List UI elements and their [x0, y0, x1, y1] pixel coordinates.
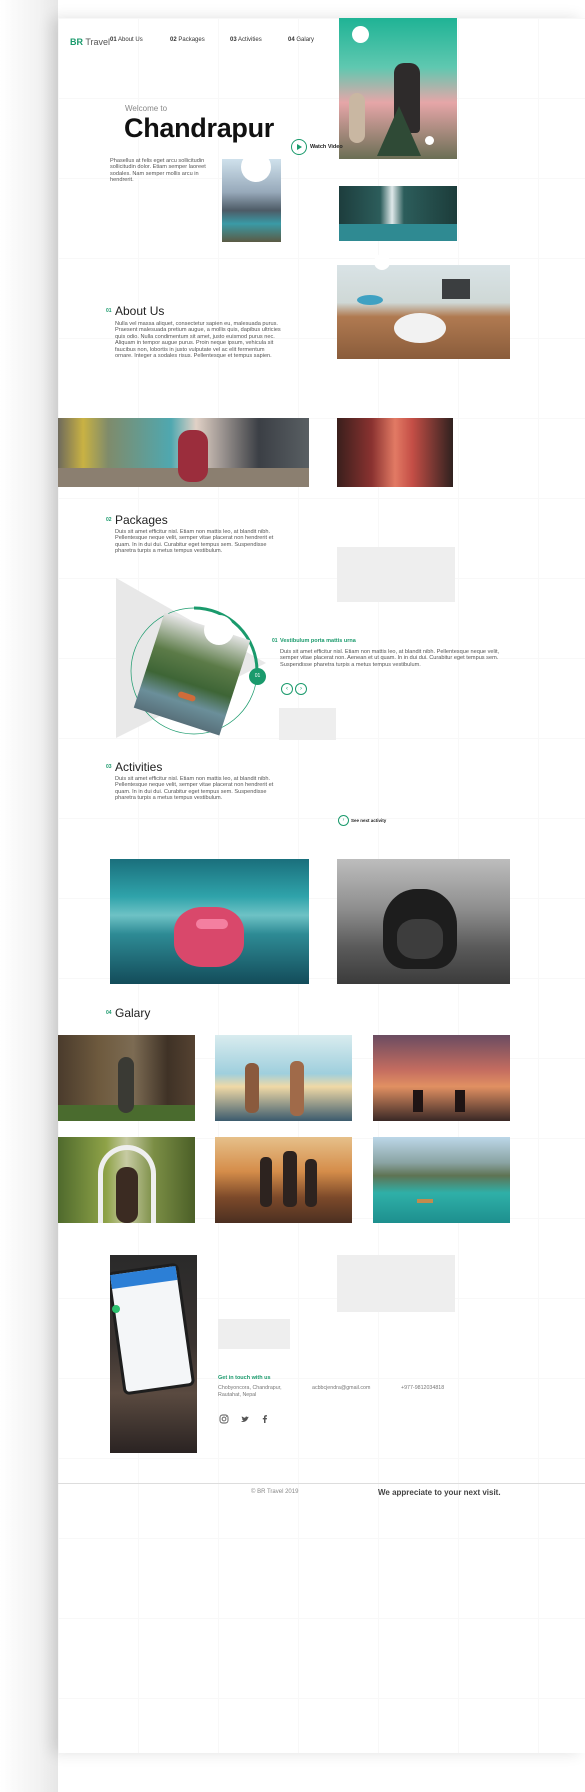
see-next-arrow-icon[interactable]: ›: [338, 815, 349, 826]
prev-arrow-button[interactable]: ‹: [281, 683, 293, 695]
watch-video-label[interactable]: Watch Video: [310, 144, 343, 150]
gallery-title: Galary: [115, 1006, 151, 1020]
decor-dot: [112, 1305, 120, 1313]
twitter-icon[interactable]: [240, 1414, 250, 1424]
placeholder-box: [337, 547, 455, 602]
logo[interactable]: BR Travel: [70, 37, 110, 47]
contact-phone[interactable]: +977-9812034818: [401, 1385, 444, 1392]
contact-title: Get in touch with us: [218, 1375, 271, 1381]
footer-tagline: We appreciate to your next visit.: [378, 1488, 501, 1497]
activities-title: Activities: [115, 760, 163, 774]
photo-hand: [290, 1061, 304, 1116]
logo-text: Travel: [85, 37, 111, 47]
photo-figure: [260, 1157, 272, 1207]
temple-photo: [58, 418, 309, 487]
waterfall-photo: [339, 186, 457, 241]
section-number: 01: [106, 308, 112, 314]
nav-about[interactable]: 01 About Us: [110, 37, 143, 43]
photo-figure: [349, 93, 365, 143]
next-arrow-button[interactable]: ›: [295, 683, 307, 695]
photo-figure: [305, 1159, 317, 1207]
hero-welcome: Welcome to: [125, 104, 168, 113]
photo-boat: [417, 1199, 433, 1203]
photo-bowl: [357, 295, 383, 305]
photo-figure: [283, 1151, 297, 1207]
nav-num: 03: [230, 37, 237, 43]
photo-bowl: [394, 313, 446, 343]
gallery-photo-arch[interactable]: [58, 1137, 195, 1223]
underwater-photo: [110, 859, 309, 984]
nav-label: Activities: [238, 37, 262, 43]
see-next-activity-link[interactable]: See next activity: [351, 818, 386, 823]
nav-label: Packages: [178, 37, 205, 43]
section-number: 02: [106, 517, 112, 523]
logo-mark: BR: [70, 37, 83, 47]
photo-swimmer: [174, 907, 244, 967]
about-text: Nulla vel massa aliquet, consectetur sap…: [115, 321, 281, 360]
nav-activities[interactable]: 03 Activities: [230, 37, 262, 43]
gallery-photo-forest[interactable]: [58, 1035, 195, 1121]
gallery-photo-friends[interactable]: [215, 1137, 352, 1223]
photo-goggles: [196, 919, 228, 929]
photo-app-header: [110, 1265, 178, 1290]
photo-phone: [110, 1262, 196, 1396]
page-shadow: [0, 0, 58, 1792]
package-card-text: Duis sit amet efficitur nisl. Etiam non …: [280, 649, 500, 668]
instagram-icon[interactable]: [219, 1414, 229, 1424]
photo-figure: [118, 1057, 134, 1113]
decor-circle: [352, 26, 369, 43]
decor-circle: [241, 152, 271, 182]
nav-packages[interactable]: 02 Packages: [170, 37, 205, 43]
photo-figure: [178, 430, 208, 482]
photo-laptop: [442, 279, 470, 299]
nav-num: 02: [170, 37, 177, 43]
hero-city-title: Chandrapur: [124, 113, 275, 143]
gallery-photo-bikes[interactable]: [373, 1035, 510, 1121]
gallery-photo-hands[interactable]: [215, 1035, 352, 1121]
photo-boat: [177, 690, 197, 703]
workspace-photo: [337, 265, 510, 359]
photo-tree: [377, 106, 421, 156]
placeholder-box: [337, 1255, 455, 1312]
contact-address: Chobyoncora, Chandrapur, Rautahat, Nepal: [218, 1385, 282, 1398]
phone-photo: [110, 1255, 197, 1453]
packages-title: Packages: [115, 513, 168, 527]
section-number: 03: [106, 764, 112, 770]
facebook-icon[interactable]: [260, 1414, 270, 1424]
page: BR Travel 01 About Us 02 Packages 03 Act…: [58, 18, 585, 1753]
placeholder-box: [279, 708, 336, 740]
decor-circle: [204, 615, 234, 645]
card-number: 01: [272, 638, 278, 644]
photo-hand: [245, 1063, 259, 1113]
package-card-title: Vestibulum porta mattis urna: [280, 638, 356, 644]
photo-figure: [413, 1090, 423, 1112]
swimmer-bw-photo: [337, 859, 510, 984]
hero-text: Phasellus at felis eget arcu sollicitudi…: [110, 158, 206, 184]
decor-circle: [425, 136, 434, 145]
footer-divider: [58, 1483, 585, 1484]
photo-figure: [116, 1167, 138, 1223]
activities-text: Duis sit amet efficitur nisl. Etiam non …: [115, 776, 274, 802]
nav-label: Galary: [296, 37, 315, 43]
section-number: 04: [106, 1010, 112, 1016]
lanterns-photo: [337, 418, 453, 487]
package-badge: 01: [249, 668, 266, 685]
nav-num: 01: [110, 37, 117, 43]
footer-copyright: © BR Travel 2019: [251, 1489, 299, 1495]
nav-num: 04: [288, 37, 295, 43]
photo-figure: [455, 1090, 465, 1112]
decor-circle: [374, 254, 390, 270]
nav-label: About Us: [118, 37, 143, 43]
photo-water: [339, 224, 457, 241]
packages-text: Duis sit amet efficitur nisl. Etiam non …: [115, 529, 274, 555]
gallery-photo-lake[interactable]: [373, 1137, 510, 1223]
photo-face: [397, 919, 443, 959]
about-title: About Us: [115, 304, 165, 318]
contact-email[interactable]: acbbcjendra@gmail.com: [312, 1385, 370, 1392]
play-video-button[interactable]: [291, 139, 307, 155]
placeholder-box: [218, 1319, 290, 1349]
nav-gallery[interactable]: 04 Galary: [288, 37, 314, 43]
